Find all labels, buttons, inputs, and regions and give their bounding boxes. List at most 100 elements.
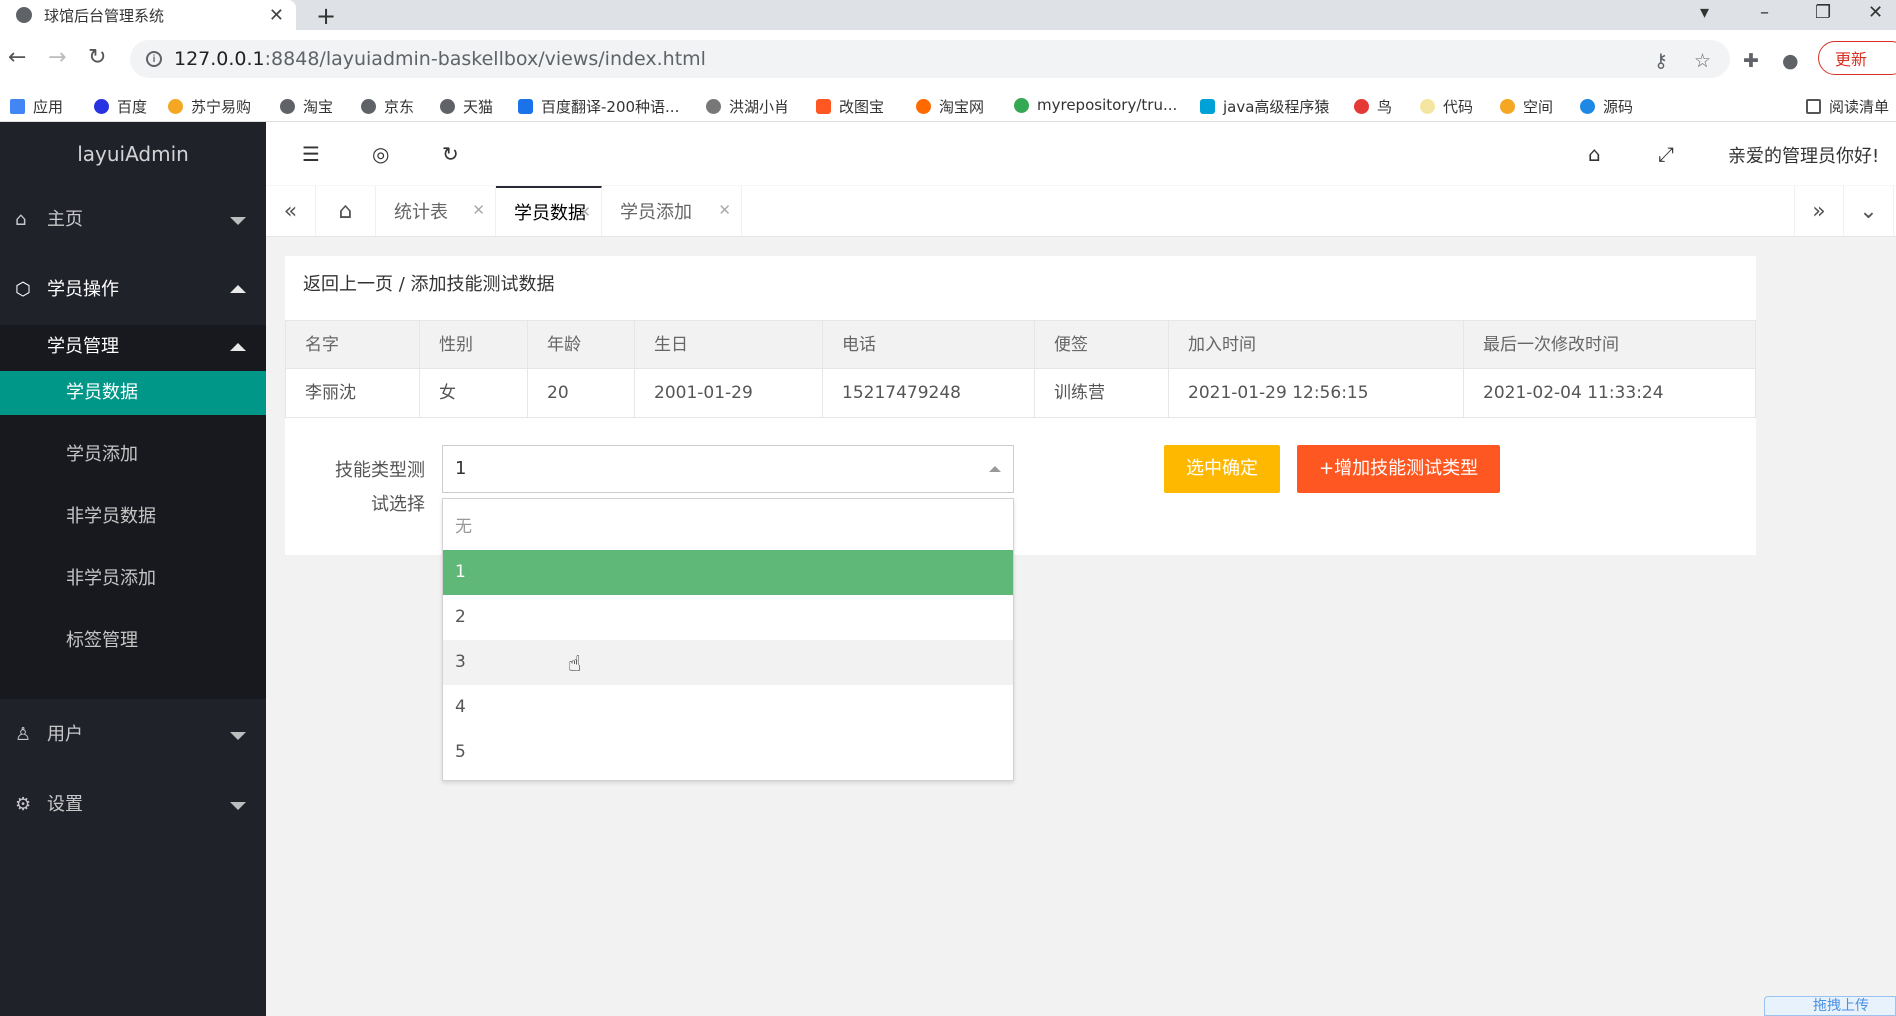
add-skill-type-button[interactable]: +增加技能测试类型 — [1297, 445, 1501, 493]
bookmark-label: 洪湖小肖 — [729, 98, 790, 116]
table-row[interactable]: 李丽沈 女 20 2001-01-29 15217479248 训练营 2021… — [286, 369, 1755, 417]
reload-icon[interactable]: ↻ — [88, 45, 106, 70]
extensions-icon[interactable]: ✚ — [1743, 50, 1759, 72]
close-icon[interactable]: ✕ — [472, 201, 485, 219]
sidebar-item-settings[interactable]: ⚙ 设置 — [0, 780, 266, 830]
reading-list[interactable]: 阅读清单 — [1806, 96, 1889, 117]
select-option[interactable]: 5 — [443, 730, 1013, 775]
bookmark-item[interactable]: myrepository/tru... — [1014, 96, 1177, 114]
key-icon[interactable]: ⚷ — [1654, 50, 1668, 72]
sidebar-subitem-tag-manage[interactable]: 标签管理 — [0, 619, 266, 663]
sidebar-group-student-manage[interactable]: 学员管理 — [0, 325, 266, 369]
table-cell: 2021-02-04 11:33:24 — [1483, 383, 1664, 403]
tabs-menu-icon[interactable]: ⌄ — [1844, 186, 1894, 236]
space-icon — [1500, 99, 1515, 114]
bookmark-item[interactable]: 天猫 — [440, 96, 493, 117]
star-icon[interactable]: ☆ — [1694, 50, 1711, 72]
url-input[interactable]: i 127.0.0.1:8848/layuiadmin-baskellbox/v… — [130, 40, 1730, 78]
sidebar-subitem-label: 非学员添加 — [66, 568, 156, 589]
chevron-down-icon — [230, 802, 246, 810]
fullscreen-icon[interactable]: ⤢ — [1658, 142, 1674, 166]
upload-badge[interactable]: 拖拽上传 — [1764, 996, 1896, 1016]
tabs-prev-icon[interactable]: « — [266, 186, 316, 236]
gear-icon: ⚙ — [15, 794, 32, 815]
select-option[interactable]: 2 — [443, 595, 1013, 640]
select-option[interactable]: 1 — [443, 550, 1013, 595]
url-host: 127.0.0.1 — [174, 48, 265, 70]
refresh-icon[interactable]: ↻ — [442, 142, 459, 166]
select-option[interactable]: 3 — [443, 640, 1013, 685]
update-button[interactable]: 更新 — [1818, 41, 1896, 75]
select-option[interactable]: 无 — [443, 505, 1013, 550]
reading-list-icon — [1806, 99, 1821, 114]
gaitubao-icon — [816, 99, 831, 114]
back-icon[interactable]: ← — [8, 45, 26, 70]
tabs-next-icon[interactable]: » — [1794, 186, 1844, 236]
bookmark-item[interactable]: 苏宁易购 — [168, 96, 251, 117]
avatar-icon[interactable]: ● — [1782, 50, 1799, 72]
sidebar-subitem-student-add[interactable]: 学员添加 — [0, 433, 266, 477]
bookmark-item[interactable]: 百度翻译-200种语... — [518, 96, 679, 117]
close-icon[interactable]: ✕ — [269, 5, 284, 26]
sidebar-item-student-ops[interactable]: ⬡ 学员操作 — [0, 265, 266, 315]
sidebar-item-home[interactable]: ⌂ 主页 — [0, 195, 266, 245]
bookmark-item[interactable]: 淘宝网 — [916, 96, 984, 117]
close-icon[interactable]: ✕ — [578, 203, 591, 221]
table-header-cell: 加入时间 — [1169, 321, 1464, 369]
bookmark-item[interactable]: 空间 — [1500, 96, 1553, 117]
window-close-icon[interactable]: ✕ — [1868, 2, 1883, 23]
restore-icon[interactable]: ❐ — [1815, 2, 1831, 23]
sidebar-item-label: 用户 — [47, 724, 83, 745]
tab-student-data[interactable]: 学员数据 ✕ — [496, 186, 602, 236]
tab-statistics[interactable]: 统计表 ✕ — [376, 186, 496, 236]
bookmark-item[interactable]: 京东 — [361, 96, 414, 117]
table-cell: 2001-01-29 — [635, 369, 823, 417]
bookmark-label: 京东 — [384, 98, 415, 116]
website-icon[interactable]: ◎ — [372, 142, 389, 166]
bookmark-item[interactable]: java高级程序猿 — [1200, 96, 1329, 117]
skill-type-select[interactable]: 1 — [442, 445, 1014, 493]
bookmark-label: myrepository/tru... — [1037, 96, 1178, 114]
bookmark-item[interactable]: 鸟 — [1354, 96, 1392, 117]
admin-greeting[interactable]: 亲爱的管理员你好! — [1728, 142, 1879, 168]
bookmark-item[interactable]: 改图宝 — [816, 96, 884, 117]
sidebar-subitem-label: 学员数据 — [66, 382, 138, 403]
table-header-cell: 生日 — [635, 321, 823, 369]
globe-icon — [361, 99, 376, 114]
menu-collapse-icon[interactable]: ☰ — [302, 142, 320, 166]
bookmark-item[interactable]: 淘宝 — [280, 96, 333, 117]
home-icon: ⌂ — [15, 209, 27, 230]
close-icon[interactable]: ✕ — [718, 201, 731, 219]
sidebar-subitem-nonstudent-data[interactable]: 非学员数据 — [0, 495, 266, 539]
table-cell: 2021-01-29 12:56:15 — [1169, 369, 1464, 417]
info-icon[interactable]: i — [146, 51, 162, 67]
bookmark-label: 淘宝网 — [939, 98, 985, 116]
breadcrumb[interactable]: 返回上一页 / 添加技能测试数据 — [303, 270, 555, 296]
select-option[interactable]: 4 — [443, 685, 1013, 730]
sidebar-subitem-student-data[interactable]: 学员数据 — [0, 371, 266, 415]
bookmark-label: 阅读清单 — [1829, 98, 1890, 116]
minimize-icon[interactable]: – — [1760, 2, 1769, 23]
forward-icon[interactable]: → — [48, 45, 66, 70]
browser-tab[interactable]: 球馆后台管理系统 ✕ — [0, 0, 296, 30]
select-dropdown: 无 1 2 3 4 5 — [442, 498, 1014, 781]
tag-icon[interactable]: ⌂ — [1588, 142, 1601, 166]
tab-student-add[interactable]: 学员添加 ✕ — [602, 186, 742, 236]
sidebar-subitem-nonstudent-add[interactable]: 非学员添加 — [0, 557, 266, 601]
profile-dropdown-icon[interactable]: ▾ — [1700, 2, 1709, 23]
bird-red-icon — [1354, 99, 1369, 114]
bookmark-item[interactable]: 应用 — [10, 96, 63, 117]
new-tab-icon[interactable]: + — [316, 2, 336, 30]
bookmark-label: 苏宁易购 — [191, 98, 252, 116]
bookmark-item[interactable]: 洪湖小肖 — [706, 96, 789, 117]
bookmark-item[interactable]: 代码 — [1420, 96, 1473, 117]
bookmark-item[interactable]: 源码 — [1580, 96, 1633, 117]
home-tab-icon[interactable]: ⌂ — [316, 186, 376, 236]
code-icon — [1420, 99, 1435, 114]
bookmark-label: 空间 — [1523, 98, 1554, 116]
bird-icon — [706, 99, 721, 114]
chevron-down-icon — [230, 732, 246, 740]
sidebar-item-user[interactable]: ♙ 用户 — [0, 710, 266, 760]
bookmark-item[interactable]: 百度 — [94, 96, 147, 117]
confirm-selection-button[interactable]: 选中确定 — [1164, 445, 1280, 493]
